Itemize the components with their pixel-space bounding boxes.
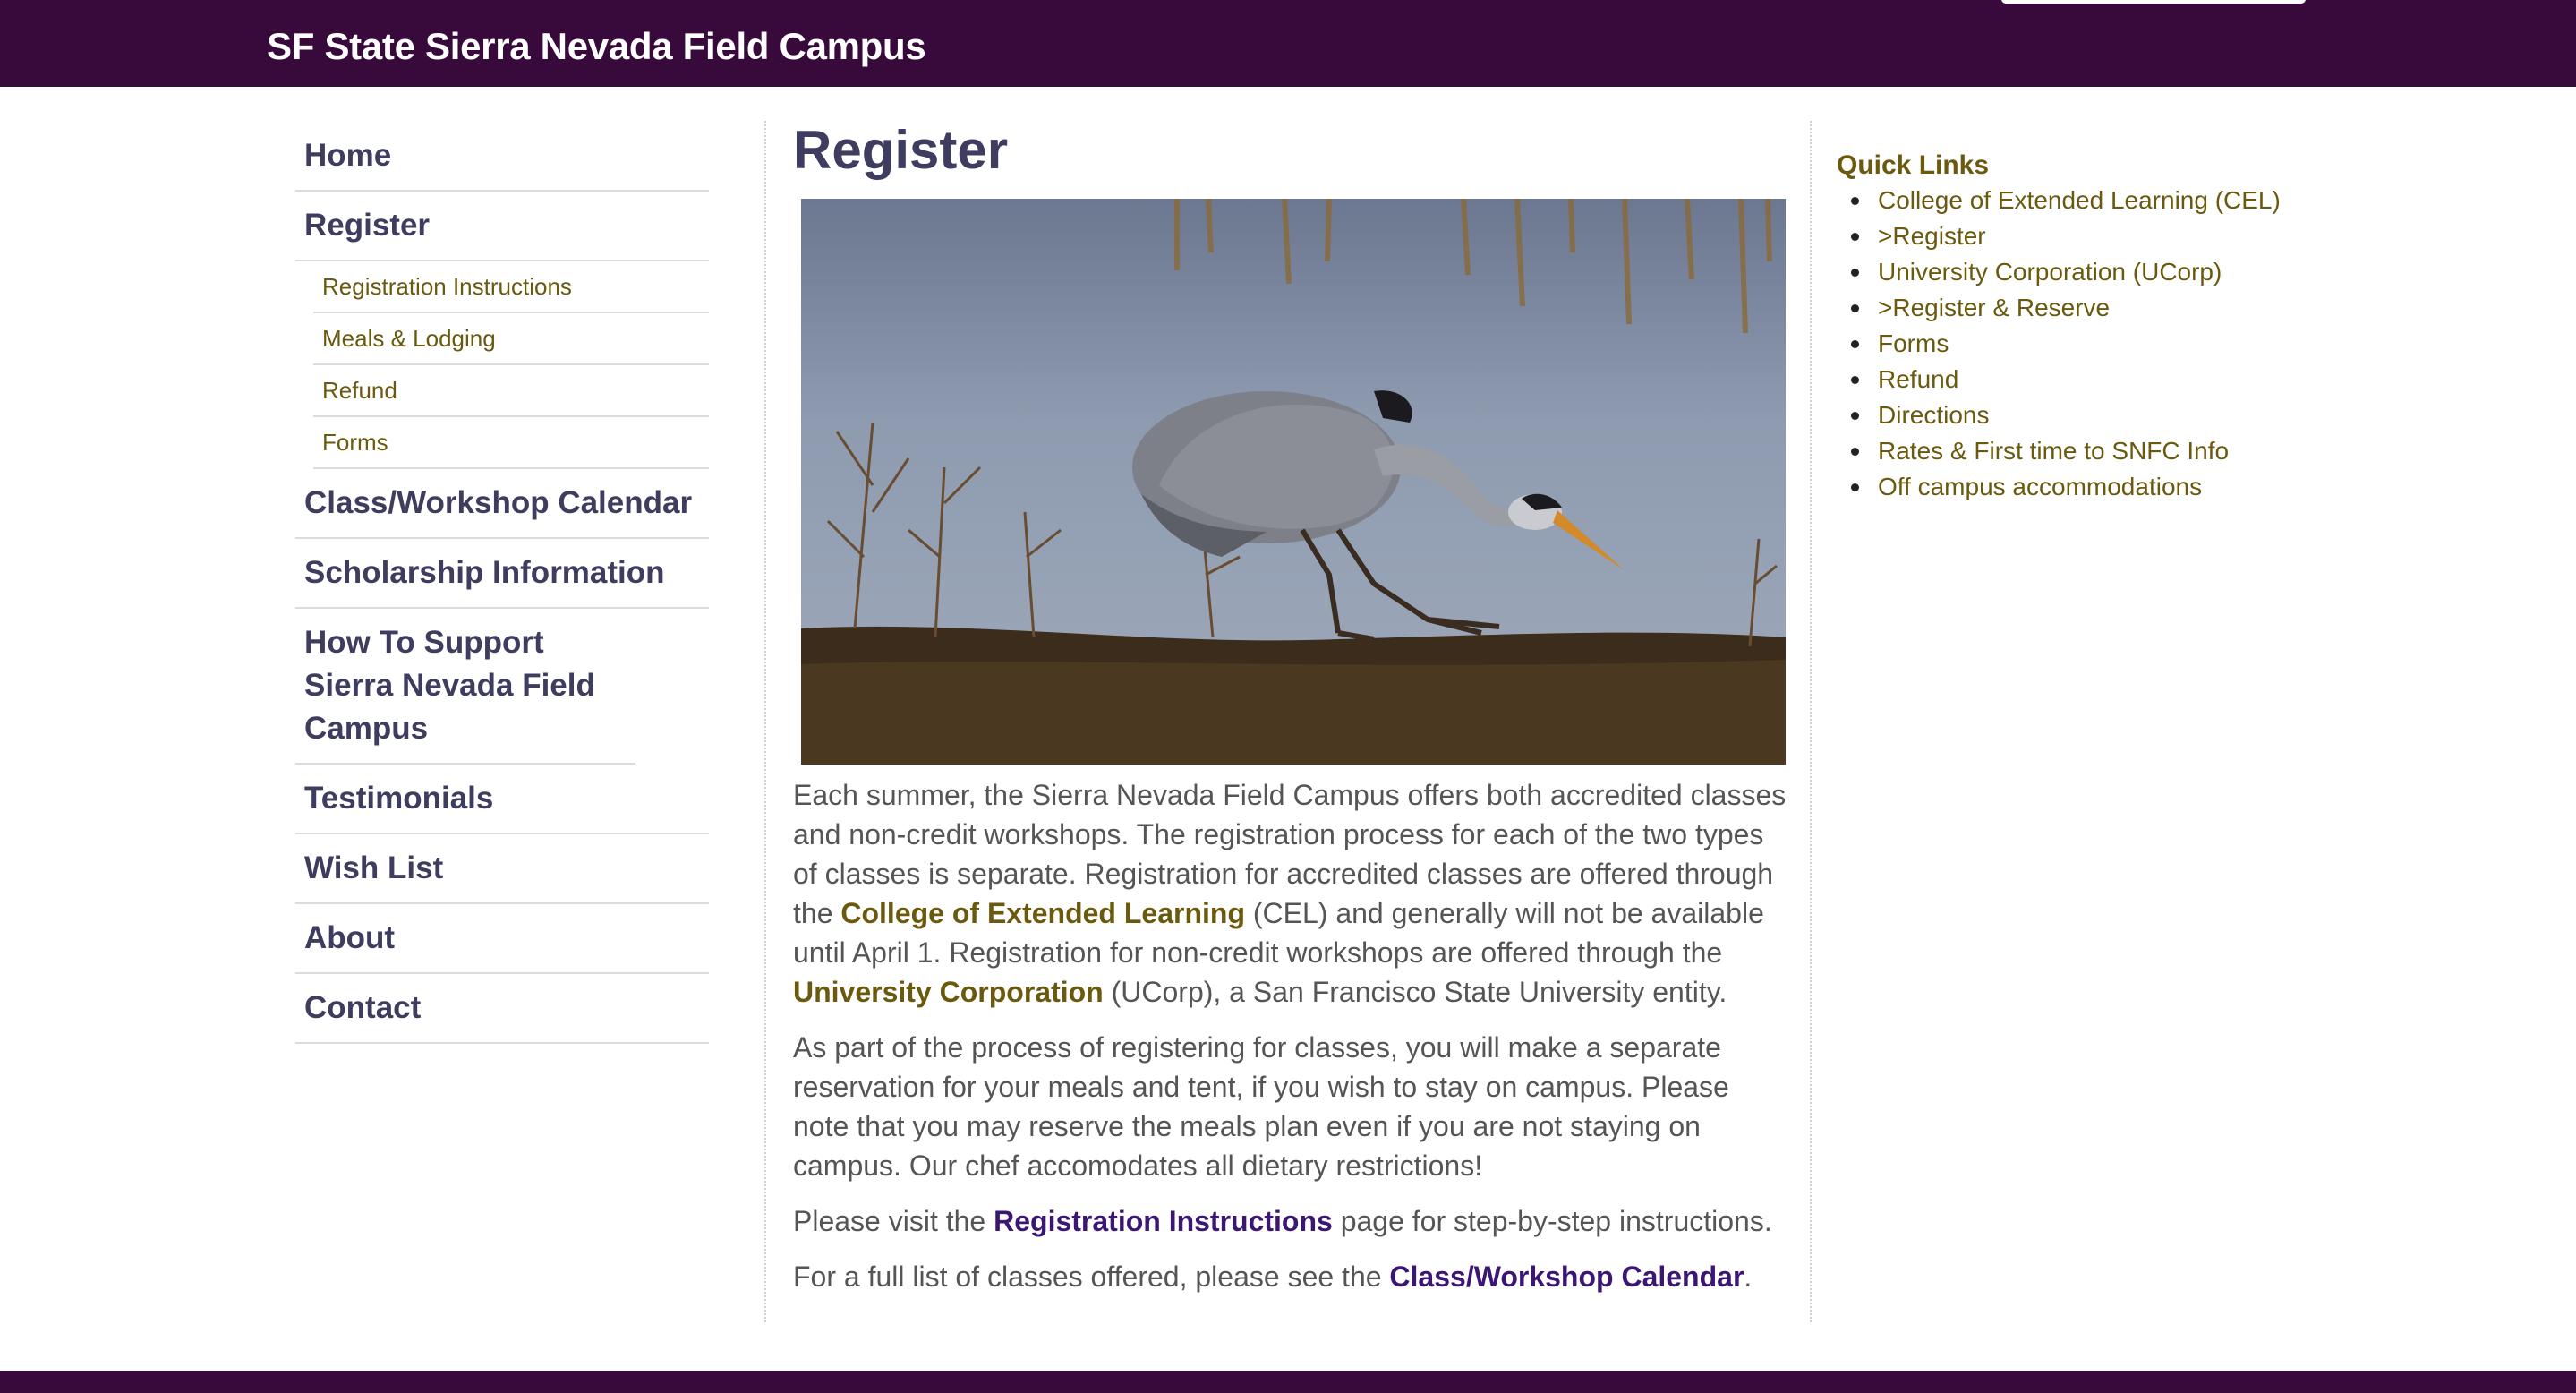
nav-item-support[interactable]: How To Support Sierra Nevada Field Campu… (295, 609, 635, 765)
instructions-paragraph: Please visit the Registration Instructio… (793, 1201, 1787, 1241)
main-content: Register Each summer, the Sierra Nevada … (793, 116, 1787, 1312)
calendar-text-2: . (1744, 1261, 1753, 1293)
nav-sub-refund[interactable]: Refund (313, 365, 709, 417)
quick-link-rates[interactable]: Rates & First time to SNFC Info (1851, 433, 2338, 469)
nav-item-wish-list[interactable]: Wish List (295, 834, 709, 904)
link-university-corporation[interactable]: University Corporation (793, 976, 1104, 1008)
nav-sub-registration-instructions[interactable]: Registration Instructions (313, 261, 709, 313)
footer-bar (0, 1371, 2576, 1393)
page-title: Register (793, 120, 1009, 180)
quick-link-cel[interactable]: College of Extended Learning (CEL) (1851, 183, 2338, 218)
instructions-text-1: Please visit the (793, 1205, 994, 1237)
nav-item-testimonials[interactable]: Testimonials (295, 765, 709, 834)
link-class-workshop-calendar[interactable]: Class/Workshop Calendar (1389, 1261, 1744, 1293)
nav-item-contact[interactable]: Contact (295, 974, 709, 1044)
sidebar-nav: Home Register Registration Instructions … (295, 125, 709, 1044)
intro-paragraph: Each summer, the Sierra Nevada Field Cam… (793, 775, 1787, 1012)
quick-link-ucorp[interactable]: University Corporation (UCorp) (1851, 254, 2338, 290)
link-college-extended-learning[interactable]: College of Extended Learning (840, 897, 1245, 929)
quick-links: Quick Links College of Extended Learning… (1837, 149, 2338, 505)
calendar-paragraph: For a full list of classes offered, plea… (793, 1257, 1787, 1296)
nav-item-calendar[interactable]: Class/Workshop Calendar (295, 469, 709, 539)
nav-item-scholarship[interactable]: Scholarship Information (295, 539, 709, 609)
quick-links-title: Quick Links (1837, 150, 1990, 180)
quick-link-refund[interactable]: Refund (1851, 362, 2338, 397)
nav-item-register[interactable]: Register (295, 192, 709, 261)
quick-link-register-cel[interactable]: >Register (1851, 218, 2338, 254)
intro-text-3: (UCorp), a San Francisco State Universit… (1103, 976, 1727, 1008)
nav-sub-meals-lodging[interactable]: Meals & Lodging (313, 313, 709, 365)
instructions-text-2: page for step-by-step instructions. (1332, 1205, 1772, 1237)
nav-item-about[interactable]: About (295, 904, 709, 974)
divider-right (1810, 121, 1812, 1322)
quick-links-list: College of Extended Learning (CEL) >Regi… (1837, 183, 2338, 505)
divider-left (764, 121, 766, 1322)
meals-paragraph: As part of the process of registering fo… (793, 1031, 1729, 1182)
header-tab[interactable] (2001, 0, 2306, 4)
quick-link-directions[interactable]: Directions (1851, 397, 2338, 433)
heron-photo (801, 199, 1786, 765)
site-title[interactable]: SF State Sierra Nevada Field Campus (267, 25, 926, 68)
nav-sub-forms[interactable]: Forms (313, 417, 709, 469)
nav-item-home[interactable]: Home (295, 125, 709, 192)
quick-link-register-reserve[interactable]: >Register & Reserve (1851, 290, 2338, 326)
site-header: SF State Sierra Nevada Field Campus (0, 0, 2576, 87)
quick-link-off-campus[interactable]: Off campus accommodations (1851, 469, 2338, 505)
calendar-text-1: For a full list of classes offered, plea… (793, 1261, 1390, 1293)
quick-link-forms[interactable]: Forms (1851, 326, 2338, 362)
link-registration-instructions[interactable]: Registration Instructions (994, 1205, 1333, 1237)
